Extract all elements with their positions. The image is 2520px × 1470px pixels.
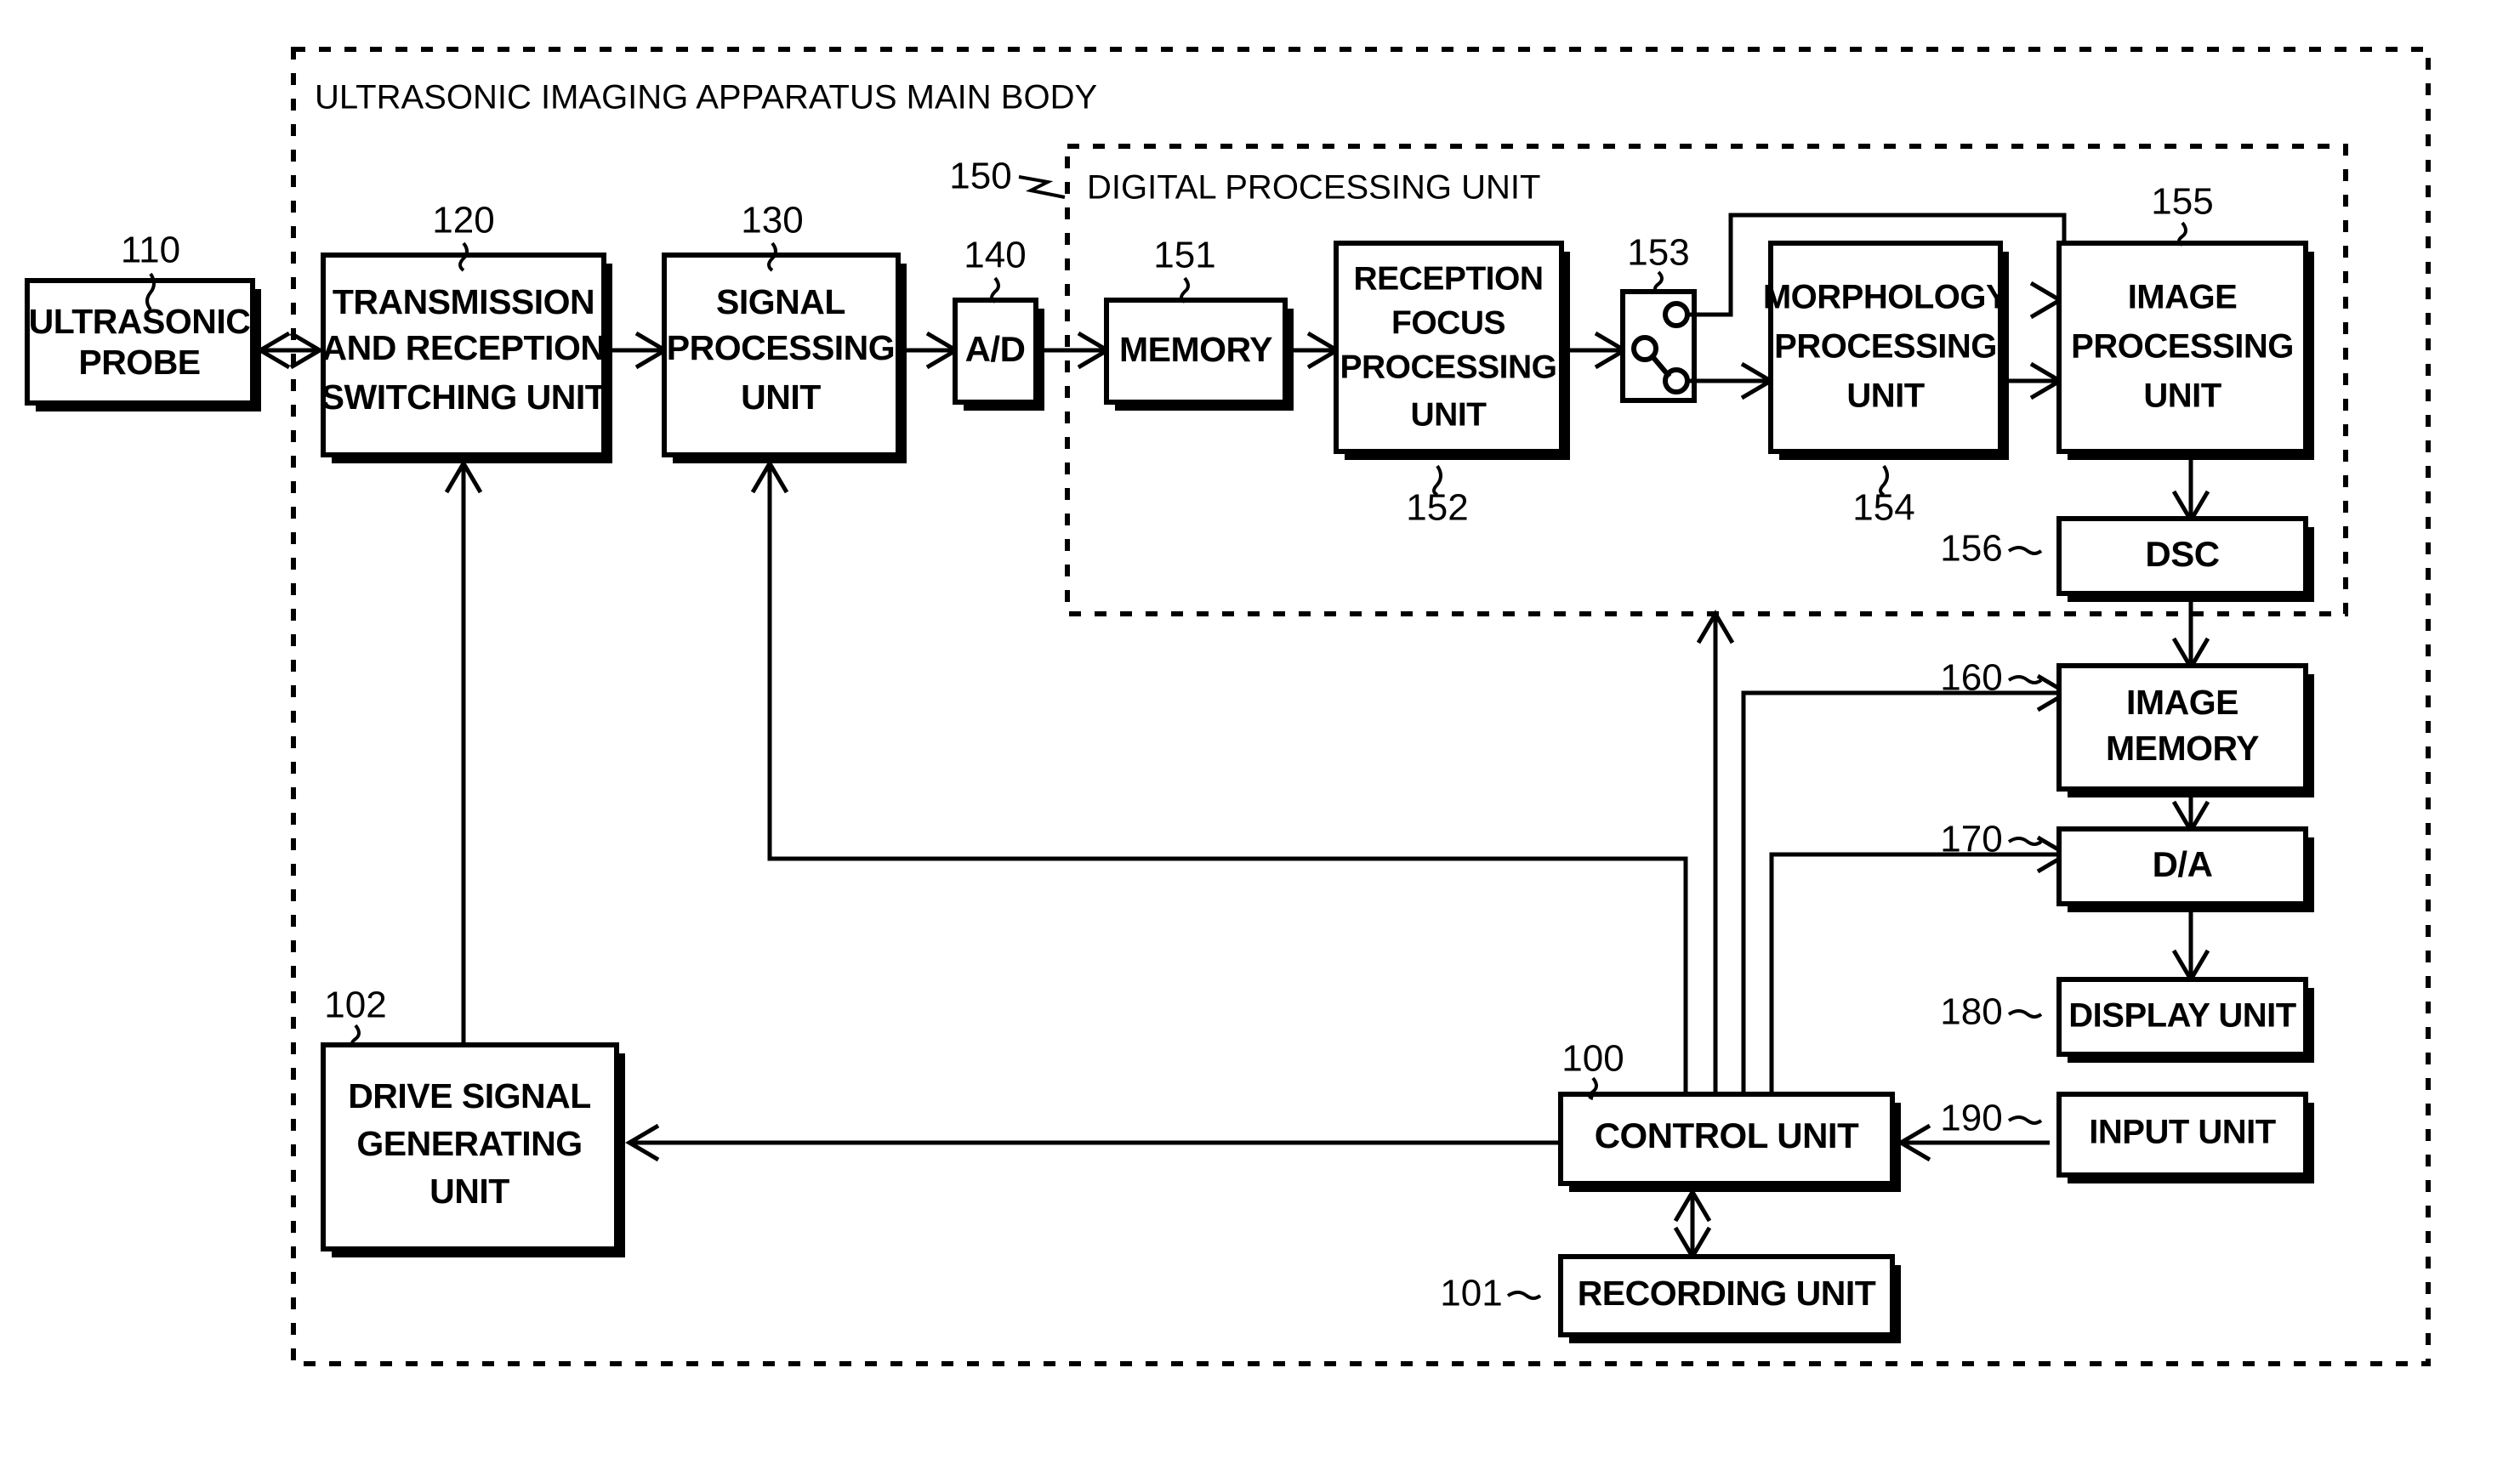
ref-160-leader [2007, 675, 2043, 684]
block-label: RECORDING UNIT [1578, 1274, 1876, 1313]
block-image-processing-unit[interactable]: IMAGE PROCESSING UNIT [2056, 241, 2314, 460]
block-label: CONTROL UNIT [1595, 1115, 1859, 1155]
block-recording-unit[interactable]: RECORDING UNIT [1558, 1254, 1901, 1343]
ref-160: 160 [1940, 657, 2002, 699]
block-label-line: IMAGE [2128, 279, 2238, 316]
block-label: D/A [2153, 844, 2213, 884]
ref-180: 180 [1940, 991, 2002, 1033]
block-label: DSC [2145, 534, 2219, 574]
block-image-memory[interactable]: IMAGE MEMORY [2056, 663, 2314, 797]
block-morphology-processing-unit[interactable]: MORPHOLOGY PROCESSING UNIT [1763, 241, 2009, 460]
block-control-unit[interactable]: CONTROL UNIT [1558, 1092, 1901, 1192]
ref-102: 102 [324, 985, 386, 1026]
ref-170-leader [2007, 837, 2043, 846]
patent-block-diagram: ULTRASONIC IMAGING APPARATUS MAIN BODY D… [0, 0, 2520, 1470]
block-label-line: ULTRASONIC [29, 302, 251, 341]
ref-156-leader [2007, 546, 2043, 555]
block-label-line: PROCESSING [2071, 328, 2294, 366]
block-label-line: UNIT [429, 1172, 509, 1211]
ref-150-leader [1018, 175, 1066, 199]
block-memory[interactable]: MEMORY [1104, 298, 1294, 411]
block-label-line: TRANSMISSION [333, 282, 594, 321]
block-label-line: GENERATING [356, 1124, 582, 1163]
block-label-line: DRIVE SIGNAL [348, 1076, 591, 1115]
block-label-line: FOCUS [1391, 304, 1505, 341]
block-label-line: MEMORY [2106, 729, 2259, 768]
ref-110: 110 [121, 230, 180, 271]
block-label-line: AND RECEPTION [322, 328, 606, 367]
block-label-line: UNIT [741, 377, 821, 417]
ref-190: 190 [1940, 1098, 2002, 1139]
ref-120: 120 [432, 200, 494, 241]
block-ad-converter[interactable]: A/D [953, 298, 1044, 411]
block-label-line: PROCESSING [1774, 328, 1997, 366]
ref-153: 153 [1627, 232, 1689, 274]
block-label-line: PROCESSING [667, 328, 895, 367]
block-dsc[interactable]: DSC [2056, 516, 2314, 602]
ref-101-leader [1506, 1291, 1542, 1300]
block-reception-focus-processing-unit[interactable]: RECEPTION FOCUS PROCESSING UNIT [1334, 241, 1570, 460]
block-transmission-reception-switching-unit[interactable]: TRANSMISSION AND RECEPTION SWITCHING UNI… [321, 253, 612, 463]
block-label: A/D [965, 329, 1026, 369]
block-signal-processing-unit[interactable]: SIGNAL PROCESSING UNIT [662, 253, 907, 463]
block-label-line: MORPHOLOGY [1763, 279, 2009, 316]
block-label-line: UNIT [1846, 377, 1924, 415]
block-label-line: SWITCHING UNIT [321, 377, 606, 417]
ref-101: 101 [1440, 1273, 1502, 1314]
ref-140: 140 [964, 235, 1026, 276]
ref-100: 100 [1561, 1038, 1624, 1080]
ref-151: 151 [1153, 235, 1215, 276]
ref-190-leader [2007, 1115, 2043, 1125]
main-body-title: ULTRASONIC IMAGING APPARATUS MAIN BODY [315, 79, 1097, 116]
ref-155: 155 [2151, 181, 2213, 223]
block-label-line: UNIT [2143, 377, 2221, 415]
block-label-line: IMAGE [2126, 683, 2238, 722]
block-display-unit[interactable]: DISPLAY UNIT [2056, 977, 2314, 1063]
ref-180-leader [2007, 1009, 2043, 1019]
block-label: INPUT UNIT [2089, 1114, 2276, 1151]
switch-153[interactable] [1620, 289, 1697, 403]
ref-156: 156 [1940, 528, 2002, 570]
block-drive-signal-generating-unit[interactable]: DRIVE SIGNAL GENERATING UNIT [321, 1042, 625, 1257]
ref-170: 170 [1940, 819, 2002, 860]
block-label-line: RECEPTION [1353, 260, 1543, 297]
block-label-line: PROCESSING [1340, 349, 1556, 385]
block-label: MEMORY [1119, 330, 1272, 369]
ref-130: 130 [741, 200, 803, 241]
block-label: DISPLAY UNIT [2068, 997, 2295, 1035]
ref-150: 150 [949, 156, 1011, 197]
block-input-unit[interactable]: INPUT UNIT [2056, 1092, 2314, 1183]
block-label-line: UNIT [1411, 396, 1488, 433]
block-da-converter[interactable]: D/A [2056, 826, 2314, 912]
block-ultrasonic-probe[interactable]: ULTRASONIC PROBE [25, 278, 261, 411]
block-label-line: PROBE [78, 343, 200, 382]
block-label-line: SIGNAL [716, 282, 845, 321]
digital-processing-unit-title: DIGITAL PROCESSING UNIT [1087, 169, 1540, 207]
